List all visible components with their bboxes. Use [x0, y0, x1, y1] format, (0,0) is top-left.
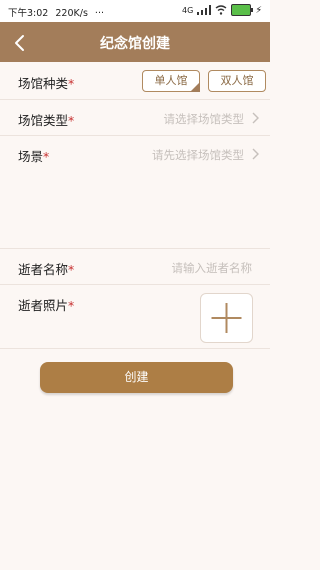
scene-row[interactable]: 场景* 请先选择场馆类型 [0, 136, 270, 249]
plus-icon [211, 303, 242, 333]
page-title: 纪念馆创建 [100, 36, 170, 52]
status-bar-left: 下午3:02 220K/s ··· [8, 5, 104, 19]
venue-type-select[interactable]: 请选择场馆类型 [164, 111, 245, 127]
notification-dots: ··· [94, 8, 104, 19]
status-bar: 下午3:02 220K/s ··· 4G ⚡ [0, 0, 270, 22]
venue-type-label: 场馆类型* [18, 113, 75, 128]
chevron-right-icon [252, 148, 259, 160]
deceased-name-row: 逝者名称* 请输入逝者名称 [0, 249, 270, 285]
check-icon: ✓ [192, 82, 198, 90]
create-button[interactable]: 创建 [40, 362, 233, 393]
deceased-name-label: 逝者名称* [18, 262, 75, 277]
scene-label: 场景* [18, 149, 50, 164]
app-bar: 纪念馆创建 [0, 22, 270, 62]
venue-type-row[interactable]: 场馆类型* 请选择场馆类型 [0, 100, 270, 136]
battery-icon [231, 4, 254, 16]
chevron-right-icon [252, 112, 259, 124]
venue-category-label: 场馆种类* [18, 76, 75, 91]
cell-signal-icon [197, 5, 212, 15]
option-double-hall[interactable]: 双人馆 [208, 70, 266, 92]
add-photo-button[interactable] [200, 293, 253, 343]
status-time: 下午3:02 [8, 8, 49, 19]
wifi-icon [215, 5, 227, 15]
option-single-hall[interactable]: 单人馆 ✓ [142, 70, 200, 92]
charging-icon: ⚡ [255, 4, 262, 16]
scene-select[interactable]: 请先选择场馆类型 [152, 147, 244, 163]
network-speed: 220K/s [55, 8, 88, 19]
deceased-photo-label: 逝者照片* [18, 298, 75, 313]
signal-icon: 4G [182, 5, 194, 15]
venue-category-row: 场馆种类* 单人馆 ✓ 双人馆 [0, 62, 270, 100]
deceased-name-input[interactable]: 请输入逝者名称 [172, 260, 253, 276]
status-bar-right: 4G ⚡ [182, 4, 262, 16]
